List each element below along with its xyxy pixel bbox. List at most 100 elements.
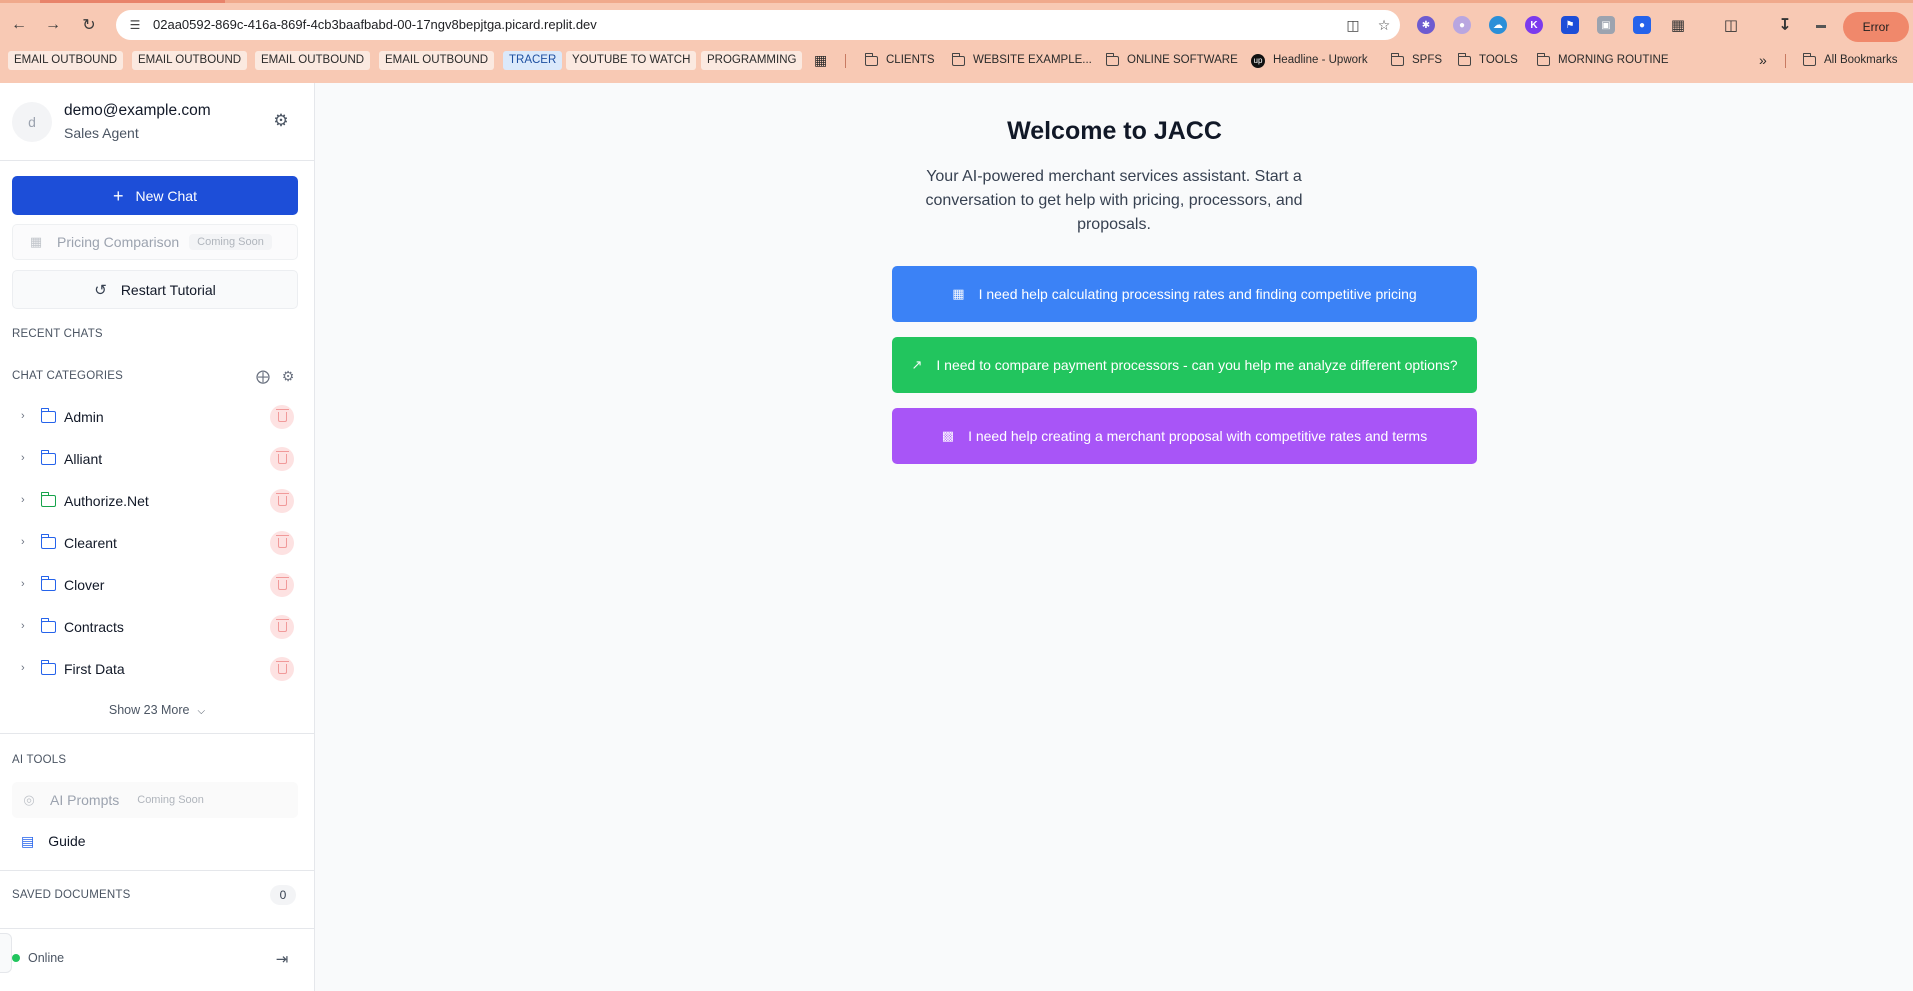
bookmark-upwork[interactable]: up Headline - Upwork bbox=[1251, 51, 1368, 70]
chevron-right-icon[interactable]: › bbox=[21, 662, 25, 674]
avatar: d bbox=[12, 102, 52, 142]
category-row[interactable]: › First Data bbox=[0, 653, 314, 687]
trash-icon bbox=[275, 619, 289, 632]
back-icon[interactable]: ← bbox=[6, 12, 32, 38]
apps-grid-icon[interactable]: ▦ bbox=[814, 51, 827, 70]
bookmark-item[interactable]: TRACER bbox=[503, 51, 563, 70]
image-extension-icon[interactable]: ▣ bbox=[1597, 16, 1615, 34]
browser-chrome: ← → ↻ ☰ 02aa0592-869c-416a-869f-4cb3baaf… bbox=[0, 0, 1913, 83]
bookmark-item[interactable]: EMAIL OUTBOUND bbox=[379, 51, 495, 70]
bookmark-item[interactable]: EMAIL OUTBOUND bbox=[255, 51, 371, 70]
sidebar-toggle-handle[interactable] bbox=[0, 933, 12, 973]
site-settings-icon[interactable]: ☰ bbox=[126, 16, 144, 34]
profile-error-button[interactable]: Error bbox=[1843, 12, 1909, 42]
address-bar[interactable]: ☰ 02aa0592-869c-416a-869f-4cb3baafbabd-0… bbox=[116, 10, 1400, 40]
delete-category-button[interactable] bbox=[270, 447, 294, 471]
show-more-button[interactable]: Show 23 More ⌵ bbox=[0, 703, 314, 717]
k-extension-icon[interactable]: K bbox=[1525, 16, 1543, 34]
chevron-down-icon: ⌵ bbox=[197, 706, 206, 717]
category-name[interactable]: Contracts bbox=[64, 619, 124, 635]
chevron-right-icon[interactable]: › bbox=[21, 410, 25, 422]
category-name[interactable]: Admin bbox=[64, 409, 104, 425]
browser-toolbar: ← → ↻ ☰ 02aa0592-869c-416a-869f-4cb3baaf… bbox=[0, 6, 1913, 44]
trash-icon bbox=[275, 661, 289, 674]
profile-extension-icon[interactable]: ▬ bbox=[1812, 16, 1830, 34]
ai-tools-heading: AI TOOLS bbox=[12, 754, 67, 766]
ai-prompts-label: AI Prompts bbox=[50, 792, 120, 808]
bookmark-item[interactable]: YOUTUBE TO WATCH bbox=[566, 51, 697, 70]
category-row[interactable]: › Alliant bbox=[0, 443, 314, 477]
bookmark-separator bbox=[1785, 54, 1786, 68]
chevron-right-icon[interactable]: › bbox=[21, 494, 25, 506]
category-row[interactable]: › Authorize.Net bbox=[0, 485, 314, 519]
divider bbox=[0, 160, 314, 161]
delete-category-button[interactable] bbox=[270, 573, 294, 597]
category-name[interactable]: Alliant bbox=[64, 451, 102, 467]
gear-icon[interactable]: ⚙ bbox=[271, 111, 291, 131]
bookmark-folder[interactable]: ONLINE SOFTWARE bbox=[1105, 51, 1238, 70]
divider bbox=[0, 733, 314, 734]
category-row[interactable]: › Admin bbox=[0, 401, 314, 435]
prompt-label: I need help calculating processing rates… bbox=[978, 286, 1417, 302]
bookmark-folder[interactable]: WEBSITE EXAMPLE... bbox=[951, 51, 1092, 70]
rotate-ccw-icon: ↺ bbox=[94, 281, 107, 299]
quick-prompt-proposal[interactable]: ▩ I need help creating a merchant propos… bbox=[892, 408, 1477, 464]
active-tab-indicator[interactable] bbox=[40, 0, 225, 3]
more-bookmarks-icon[interactable]: » bbox=[1753, 51, 1773, 70]
ai-prompts-button: ◎ AI Prompts Coming Soon bbox=[12, 782, 298, 818]
category-row[interactable]: › Contracts bbox=[0, 611, 314, 645]
bookmark-item[interactable]: EMAIL OUTBOUND bbox=[8, 51, 124, 70]
category-row[interactable]: › Clearent bbox=[0, 527, 314, 561]
extension-icon[interactable]: ✱ bbox=[1417, 16, 1435, 34]
install-app-icon[interactable]: ◫ bbox=[1344, 16, 1362, 34]
quick-prompt-compare[interactable]: ↗ I need to compare payment processors -… bbox=[892, 337, 1477, 393]
puzzle-extensions-icon[interactable]: ▦ bbox=[1669, 16, 1687, 34]
bookmark-folder[interactable]: SPFS bbox=[1390, 51, 1442, 70]
bookmark-star-icon[interactable]: ☆ bbox=[1375, 16, 1393, 34]
prompt-label: I need to compare payment processors - c… bbox=[936, 357, 1458, 373]
folder-plus-icon[interactable]: ⨁ bbox=[254, 367, 272, 385]
reload-icon[interactable]: ↻ bbox=[76, 12, 102, 38]
extension-icon[interactable]: ● bbox=[1453, 16, 1471, 34]
category-row[interactable]: › Clover bbox=[0, 569, 314, 603]
pricing-comparison-button: ▦ Pricing Comparison Coming Soon bbox=[12, 224, 298, 260]
category-name[interactable]: First Data bbox=[64, 661, 125, 677]
bookmark-item[interactable]: EMAIL OUTBOUND bbox=[132, 51, 248, 70]
extension-icon[interactable]: ● bbox=[1633, 16, 1651, 34]
folder-icon bbox=[40, 492, 56, 507]
category-name[interactable]: Clover bbox=[64, 577, 104, 593]
chevron-right-icon[interactable]: › bbox=[21, 452, 25, 464]
folder-icon bbox=[40, 660, 56, 675]
all-bookmarks-folder[interactable]: All Bookmarks bbox=[1802, 51, 1898, 70]
flag-extension-icon[interactable]: ⚑ bbox=[1561, 16, 1579, 34]
bookmark-folder[interactable]: MORNING ROUTINE bbox=[1536, 51, 1669, 70]
chevron-right-icon[interactable]: › bbox=[21, 620, 25, 632]
tab-search-icon[interactable]: ◫ bbox=[1722, 16, 1740, 34]
delete-category-button[interactable] bbox=[270, 531, 294, 555]
category-name[interactable]: Clearent bbox=[64, 535, 117, 551]
folder-icon bbox=[40, 450, 56, 465]
chevron-right-icon[interactable]: › bbox=[21, 536, 25, 548]
new-chat-button[interactable]: + New Chat bbox=[12, 176, 298, 215]
download-icon[interactable]: ↧ bbox=[1776, 16, 1794, 34]
quick-prompt-pricing[interactable]: ▦ I need help calculating processing rat… bbox=[892, 266, 1477, 322]
delete-category-button[interactable] bbox=[270, 405, 294, 429]
guide-link[interactable]: ▤ Guide bbox=[12, 824, 298, 858]
logout-icon[interactable]: ⇥ bbox=[272, 949, 292, 969]
url-text[interactable]: 02aa0592-869c-416a-869f-4cb3baafbabd-00-… bbox=[153, 17, 597, 32]
bookmark-folder[interactable]: CLIENTS bbox=[864, 51, 935, 70]
restart-tutorial-button[interactable]: ↺ Restart Tutorial bbox=[12, 270, 298, 309]
delete-category-button[interactable] bbox=[270, 489, 294, 513]
delete-category-button[interactable] bbox=[270, 615, 294, 639]
delete-category-button[interactable] bbox=[270, 657, 294, 681]
coming-soon-badge: Coming Soon bbox=[137, 794, 204, 806]
bookmark-folder[interactable]: TOOLS bbox=[1457, 51, 1518, 70]
chat-categories-heading: CHAT CATEGORIES bbox=[12, 370, 123, 382]
bookmark-item[interactable]: PROGRAMMING bbox=[701, 51, 803, 70]
forward-icon[interactable]: → bbox=[40, 12, 66, 38]
cloud-extension-icon[interactable]: ☁ bbox=[1489, 16, 1507, 34]
gear-icon[interactable]: ⚙ bbox=[279, 367, 297, 385]
chevron-right-icon[interactable]: › bbox=[21, 578, 25, 590]
category-name[interactable]: Authorize.Net bbox=[64, 493, 149, 509]
sidebar: d demo@example.com Sales Agent ⚙ + New C… bbox=[0, 83, 315, 991]
